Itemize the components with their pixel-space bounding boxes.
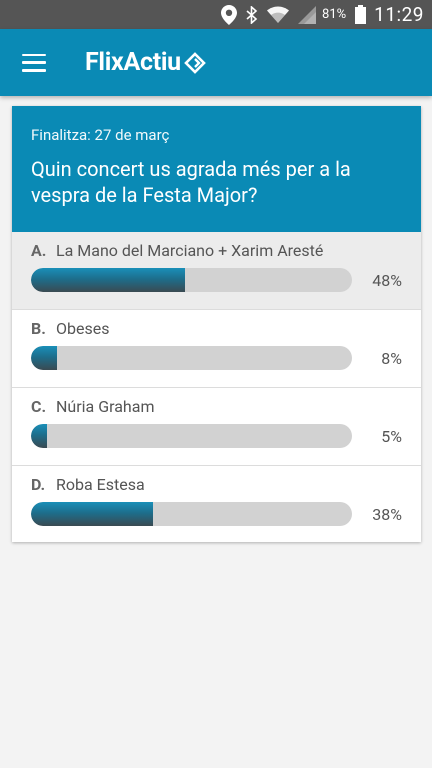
progress-bar xyxy=(31,268,353,292)
progress-bar xyxy=(31,424,353,448)
battery-icon xyxy=(355,5,367,24)
signal-icon xyxy=(298,5,317,24)
diamond-logo-icon xyxy=(184,51,206,74)
location-icon xyxy=(221,4,238,25)
app-bar: FlixActiu xyxy=(0,29,432,96)
hamburger-menu-icon[interactable] xyxy=(22,53,46,72)
status-bar: 81% 11:29 xyxy=(0,0,432,29)
progress-fill xyxy=(31,424,48,448)
poll-option-c[interactable]: C. Núria Graham 5% xyxy=(12,388,421,466)
poll-option-b[interactable]: B. Obeses 8% xyxy=(12,310,421,388)
option-percent: 5% xyxy=(381,426,402,446)
poll-deadline: Finalitza: 27 de març xyxy=(31,126,170,144)
option-letter: A. xyxy=(31,241,47,260)
option-percent: 38% xyxy=(372,504,402,524)
option-label: Núria Graham xyxy=(56,397,155,416)
option-label: Obeses xyxy=(56,319,110,338)
progress-bar xyxy=(31,346,353,370)
option-letter: B. xyxy=(31,319,46,338)
wifi-icon xyxy=(267,6,290,24)
option-percent: 8% xyxy=(381,348,402,368)
progress-fill xyxy=(31,268,186,292)
brand-name: FlixActiu xyxy=(85,48,181,77)
battery-percent: 81% xyxy=(322,7,347,22)
poll-question: Quin concert us agrada més per a la vesp… xyxy=(31,157,351,207)
brand-logo: FlixActiu xyxy=(85,48,206,77)
poll-card: Finalitza: 27 de març Quin concert us ag… xyxy=(12,106,421,542)
progress-bar xyxy=(31,502,353,526)
bluetooth-icon xyxy=(246,5,258,24)
progress-fill xyxy=(31,346,57,370)
option-letter: C. xyxy=(31,397,47,416)
option-percent: 48% xyxy=(372,270,402,290)
progress-fill xyxy=(31,502,154,526)
option-label: Roba Estesa xyxy=(56,475,145,494)
option-letter: D. xyxy=(31,475,46,494)
poll-header: Finalitza: 27 de març Quin concert us ag… xyxy=(12,106,421,232)
option-label: La Mano del Marciano + Xarim Aresté xyxy=(56,241,324,260)
poll-option-a[interactable]: A. La Mano del Marciano + Xarim Aresté 4… xyxy=(12,232,421,310)
clock: 11:29 xyxy=(374,3,424,26)
poll-option-d[interactable]: D. Roba Estesa 38% xyxy=(12,466,421,542)
